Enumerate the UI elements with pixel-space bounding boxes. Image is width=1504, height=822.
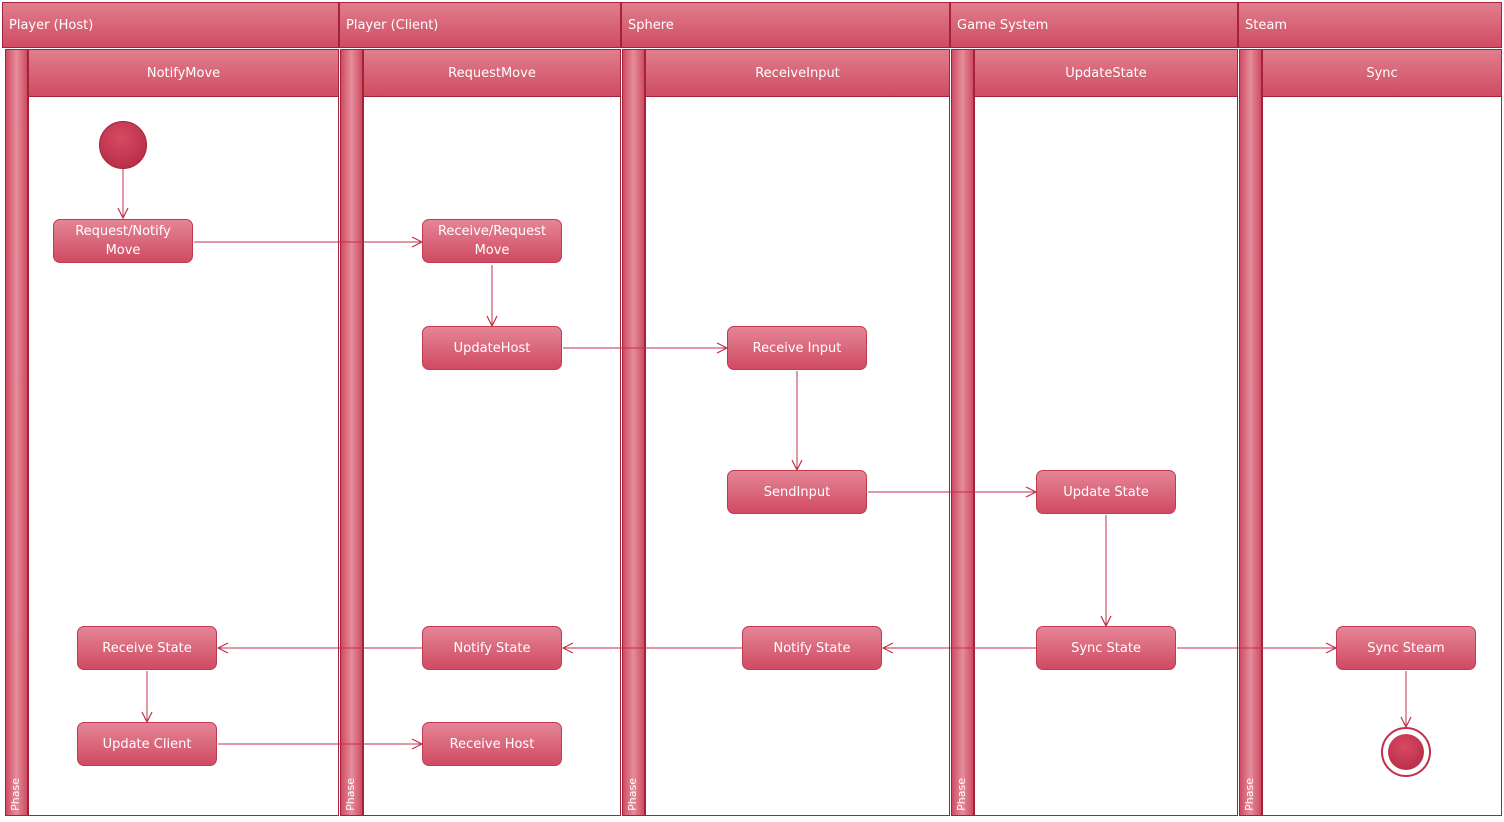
sub-header-label: RequestMove bbox=[448, 65, 536, 81]
phase-label: Phase bbox=[1243, 778, 1256, 811]
sub-header-update-state: UpdateState bbox=[974, 49, 1238, 97]
action-receive-input[interactable]: Receive Input bbox=[727, 326, 867, 370]
action-notify-state-sphere[interactable]: Notify State bbox=[742, 626, 882, 670]
action-update-host[interactable]: UpdateHost bbox=[422, 326, 562, 370]
sub-header-notify-move: NotifyMove bbox=[28, 49, 339, 97]
phase-bar: Phase bbox=[1239, 49, 1262, 816]
action-label: UpdateHost bbox=[453, 340, 531, 356]
sub-header-label: UpdateState bbox=[1065, 65, 1147, 81]
sub-header-receive-input: ReceiveInput bbox=[645, 49, 950, 97]
phase-label: Phase bbox=[955, 778, 968, 811]
sub-header-sync: Sync bbox=[1262, 49, 1502, 97]
phase-bar: Phase bbox=[5, 49, 28, 816]
phase-bar: Phase bbox=[340, 49, 363, 816]
lane-title: Game System bbox=[957, 17, 1049, 33]
action-label: Sync Steam bbox=[1367, 640, 1445, 656]
action-label: Update Client bbox=[102, 736, 192, 752]
action-label: Receive/Request Move bbox=[437, 224, 547, 258]
action-label: Request/Notify Move bbox=[75, 224, 171, 258]
lane-body bbox=[974, 97, 1238, 816]
action-label: SendInput bbox=[763, 484, 831, 500]
lane-header-game-system: Game System bbox=[950, 2, 1238, 48]
action-label: Notify State bbox=[453, 640, 531, 656]
lane-header-sphere: Sphere bbox=[621, 2, 950, 48]
phase-label: Phase bbox=[9, 778, 22, 811]
action-label: Receive Input bbox=[752, 340, 842, 356]
phase-label: Phase bbox=[626, 778, 639, 811]
final-node-core bbox=[1388, 734, 1424, 770]
action-request-notify-move[interactable]: Request/Notify Move bbox=[53, 219, 193, 263]
sub-header-label: ReceiveInput bbox=[755, 65, 840, 81]
initial-node bbox=[99, 121, 147, 169]
lane-title: Player (Client) bbox=[346, 17, 439, 33]
action-receive-state[interactable]: Receive State bbox=[77, 626, 217, 670]
action-label: Notify State bbox=[773, 640, 851, 656]
action-label: Receive Host bbox=[449, 736, 535, 752]
activity-diagram: Player (Host) Phase NotifyMove Player (C… bbox=[0, 0, 1504, 822]
final-node bbox=[1381, 727, 1431, 777]
action-receive-request-move[interactable]: Receive/Request Move bbox=[422, 219, 562, 263]
action-sync-steam[interactable]: Sync Steam bbox=[1336, 626, 1476, 670]
lane-header-player-client: Player (Client) bbox=[339, 2, 621, 48]
sub-header-label: NotifyMove bbox=[146, 65, 221, 81]
action-sync-state[interactable]: Sync State bbox=[1036, 626, 1176, 670]
lane-body bbox=[28, 97, 339, 816]
sub-header-label: Sync bbox=[1366, 65, 1398, 81]
action-label: Receive State bbox=[102, 640, 192, 656]
action-label: Update State bbox=[1063, 484, 1149, 500]
sub-header-request-move: RequestMove bbox=[363, 49, 621, 97]
lane-title: Player (Host) bbox=[9, 17, 94, 33]
phase-bar: Phase bbox=[622, 49, 645, 816]
action-send-input[interactable]: SendInput bbox=[727, 470, 867, 514]
lane-body bbox=[645, 97, 950, 816]
phase-bar: Phase bbox=[951, 49, 974, 816]
lane-header-steam: Steam bbox=[1238, 2, 1502, 48]
action-label: Sync State bbox=[1071, 640, 1141, 656]
lane-body bbox=[1262, 97, 1502, 816]
action-update-state[interactable]: Update State bbox=[1036, 470, 1176, 514]
action-receive-host[interactable]: Receive Host bbox=[422, 722, 562, 766]
action-notify-state-client[interactable]: Notify State bbox=[422, 626, 562, 670]
lane-title: Sphere bbox=[628, 17, 674, 33]
lane-body bbox=[363, 97, 621, 816]
action-update-client[interactable]: Update Client bbox=[77, 722, 217, 766]
phase-label: Phase bbox=[344, 778, 357, 811]
lane-title: Steam bbox=[1245, 17, 1287, 33]
lane-header-player-host: Player (Host) bbox=[2, 2, 339, 48]
